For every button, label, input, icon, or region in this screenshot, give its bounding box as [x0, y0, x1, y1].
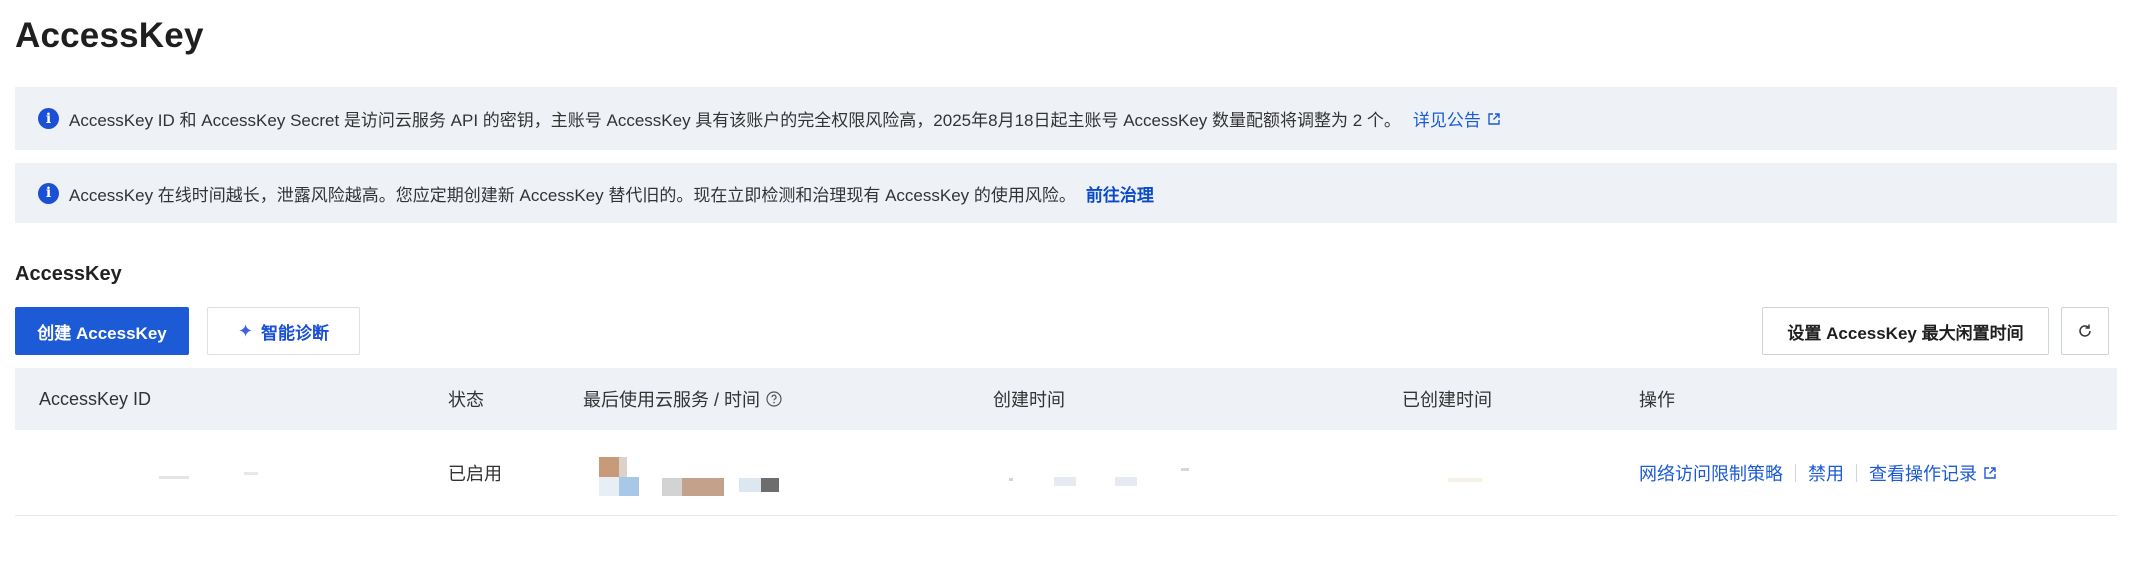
cell-accesskey-id-masked [39, 430, 419, 515]
action-divider [1795, 463, 1796, 482]
column-header-last-used: 最后使用云服务 / 时间 [583, 368, 782, 430]
column-header-actions: 操作 [1639, 390, 1675, 410]
notice-quota: i AccessKey ID 和 AccessKey Secret 是访问云服务… [15, 87, 2117, 150]
column-header-id: AccessKey ID [39, 388, 152, 409]
column-header-status: 状态 [448, 390, 484, 410]
cell-created-time-masked [993, 430, 1213, 515]
smart-diagnosis-button[interactable]: ✦ 智能诊断 [207, 307, 360, 355]
view-operation-log-label: 查看操作记录 [1869, 463, 1977, 484]
section-title: AccessKey [15, 263, 122, 285]
info-icon: i [38, 182, 59, 204]
accesskey-table: AccessKey ID 状态 最后使用云服务 / 时间 创建时间 已创建时间 … [15, 368, 2117, 516]
column-header-age: 已创建时间 [1402, 390, 1492, 410]
announcement-link[interactable]: 详见公告 [1413, 106, 1501, 131]
view-operation-log-link[interactable]: 查看操作记录 [1869, 460, 1997, 486]
external-link-icon [1488, 112, 1500, 125]
max-idle-time-button[interactable]: 设置 AccessKey 最大闲置时间 [1762, 307, 2049, 355]
page-title: AccessKey [15, 16, 204, 55]
external-link-icon [1984, 466, 1996, 479]
govern-link[interactable]: 前往治理 [1086, 181, 1154, 206]
cell-age-masked [1402, 430, 1522, 515]
network-access-policy-link[interactable]: 网络访问限制策略 [1639, 460, 1783, 486]
cell-last-used-masked [583, 430, 943, 515]
table-row: 已启用 网络访问限制策略 禁用 查看操作记录 [15, 430, 2117, 516]
refresh-button[interactable] [2061, 307, 2109, 355]
notice-risk: i AccessKey 在线时间越长，泄露风险越高。您应定期创建新 Access… [15, 163, 2117, 223]
smart-diagnosis-label: 智能诊断 [261, 323, 330, 343]
disable-link[interactable]: 禁用 [1808, 460, 1844, 486]
announcement-link-label: 详见公告 [1412, 111, 1481, 130]
notice-text: AccessKey ID 和 AccessKey Secret 是访问云服务 A… [69, 111, 1401, 130]
status-text: 已启用 [448, 463, 502, 484]
notice-text: AccessKey 在线时间越长，泄露风险越高。您应定期创建新 AccessKe… [69, 185, 1076, 205]
info-icon: i [38, 108, 59, 129]
page: AccessKey i AccessKey ID 和 AccessKey Sec… [0, 0, 2135, 562]
table-header: AccessKey ID 状态 最后使用云服务 / 时间 创建时间 已创建时间 … [15, 368, 2117, 430]
column-header-last-used-label: 最后使用云服务 / 时间 [583, 390, 761, 410]
column-header-created: 创建时间 [993, 390, 1065, 410]
action-divider [1856, 463, 1857, 482]
help-icon[interactable] [766, 391, 782, 407]
sparkle-icon: ✦ [237, 320, 254, 341]
refresh-icon [2079, 324, 2091, 337]
row-actions: 网络访问限制策略 禁用 查看操作记录 [1639, 430, 1997, 515]
create-accesskey-button[interactable]: 创建 AccessKey [15, 307, 189, 355]
